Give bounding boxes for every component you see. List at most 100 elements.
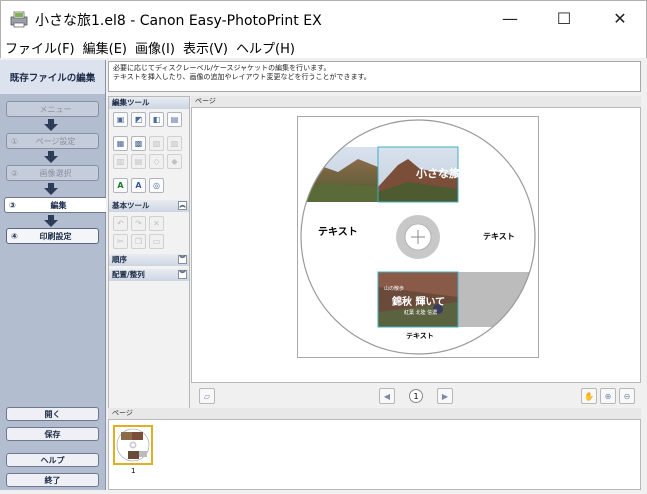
background-tool-icon[interactable]: ▤ — [167, 112, 182, 127]
menu-image[interactable]: 画像(I) — [135, 38, 175, 57]
minimize-button[interactable]: — — [487, 1, 533, 35]
thumbnail-area-label: ページ — [108, 408, 641, 419]
photo-caption-sub: 紅葉 北陸 信濃 — [404, 310, 438, 316]
zoom-out-icon[interactable]: ⊖ — [619, 388, 635, 404]
photo-caption-big: 錦秋 輝いて — [392, 297, 446, 308]
down-arrow-icon — [44, 183, 58, 195]
help-button[interactable]: ヘルプ — [6, 453, 99, 467]
text-tool-icon[interactable]: A — [113, 178, 128, 193]
align-header[interactable]: 配置/整列 ︾ — [109, 269, 189, 281]
layout-tool-icon[interactable]: ◧ — [149, 112, 164, 127]
edit-canvas[interactable]: 小さな旅 山の散歩 錦秋 輝いて 紅葉 北陸 信濃 テキスト テキスト テキスト — [191, 107, 641, 383]
sidebar-header: 既存ファイルの編集 — [0, 60, 105, 94]
menu-bar: ファイル(F) 編集(E) 画像(I) 表示(V) ヘルプ(H) — [0, 36, 647, 58]
edit-tools-header: 編集ツール — [109, 97, 189, 109]
step-page-setup: ① ページ設定 — [6, 133, 99, 149]
vertical-text-tool-icon[interactable]: A — [131, 178, 146, 193]
menu-help[interactable]: ヘルプ(H) — [236, 38, 295, 57]
workflow-sidebar: 既存ファイルの編集 メニュー ① ページ設定 ② 画像選択 ③ 編集 ④ 印刷設… — [0, 60, 106, 490]
edit-tools-label: 編集ツール — [112, 98, 150, 107]
basic-tools-label: 基本ツール — [112, 201, 150, 210]
frame-tool-icon[interactable]: ▩ — [131, 136, 146, 151]
instruction-message: 必要に応じてディスクレーベル/ケースジャケットの編集を行います。 テキストを挿入… — [108, 61, 641, 92]
open-button[interactable]: 開く — [6, 407, 99, 421]
page-navigation-bar: ▱ ◀ 1 ▶ ✋ ⊕ ⊖ — [191, 384, 641, 408]
step-edit[interactable]: ③ 編集 — [4, 197, 106, 213]
rotate-tool-icon: ▥ — [113, 154, 128, 169]
paste-icon: ▭ — [149, 234, 164, 249]
text-left[interactable]: テキスト — [318, 223, 358, 238]
down-arrow-icon — [44, 119, 58, 131]
step-label: メニュー — [39, 104, 72, 114]
cut-icon: ✂ — [113, 234, 128, 249]
step-label: 印刷設定 — [39, 231, 72, 241]
add-image-tool-icon[interactable]: ▣ — [113, 112, 128, 127]
thumbnail-disc-preview — [116, 428, 150, 462]
page-thumbnail[interactable] — [113, 425, 153, 465]
photo-mountain-left[interactable] — [298, 147, 378, 202]
chevron-down-icon: ︾ — [178, 270, 187, 279]
down-arrow-icon — [44, 151, 58, 163]
minimize-icon: — — [502, 8, 518, 28]
zoom-in-icon[interactable]: ⊕ — [600, 388, 616, 404]
tool-panel: 編集ツール ▣ ◩ ◧ ▤ ▦ ▩ ▧ ▨ ▥ ▤ ◇ ◆ A A ◎ 基本ツー… — [108, 96, 190, 409]
window-title: 小さな旅1.el8 - Canon Easy-PhotoPrint EX — [35, 13, 322, 29]
menu-file[interactable]: ファイル(F) — [5, 38, 75, 57]
prev-page-button[interactable]: ◀ — [379, 388, 395, 404]
step-label: 画像選択 — [39, 168, 72, 178]
redo-icon: ↷ — [131, 216, 146, 231]
calendar-tool-icon[interactable]: ▦ — [113, 136, 128, 151]
save-button[interactable]: 保存 — [6, 427, 99, 441]
step-menu: メニュー — [6, 101, 99, 117]
order-header[interactable]: 順序 ︾ — [109, 254, 189, 266]
effect-tool-icon: ◆ — [167, 154, 182, 169]
menu-edit[interactable]: 編集(E) — [83, 38, 127, 57]
delete-icon: ✕ — [149, 216, 164, 231]
chevron-up-icon: ︽ — [178, 201, 187, 210]
step-number: ① — [11, 136, 19, 146]
grey-placeholder-block[interactable] — [458, 272, 538, 327]
step-image-select: ② 画像選択 — [6, 165, 99, 181]
align-label: 配置/整列 — [112, 270, 145, 279]
flip-tool-icon: ▤ — [131, 154, 146, 169]
exit-button[interactable]: 終了 — [6, 473, 99, 487]
text-right[interactable]: テキスト — [483, 231, 515, 242]
step-number: ④ — [11, 231, 18, 241]
thumbnail-area: 1 — [108, 419, 641, 490]
hand-tool-icon[interactable]: ✋ — [581, 388, 597, 404]
text-bottom[interactable]: テキスト — [406, 331, 434, 341]
chevron-down-icon: ︾ — [178, 255, 187, 264]
photo-caption-small: 山の散歩 — [384, 286, 405, 292]
print-preview-icon[interactable]: ▱ — [199, 388, 215, 404]
page-sheet: 小さな旅 山の散歩 錦秋 輝いて 紅葉 北陸 信濃 テキスト テキスト テキスト — [297, 116, 539, 358]
down-arrow-icon — [44, 215, 58, 227]
step-print-settings[interactable]: ④ 印刷設定 — [6, 228, 99, 244]
next-page-button[interactable]: ▶ — [437, 388, 453, 404]
step-label: ページ設定 — [35, 136, 76, 146]
disc-tool-icon[interactable]: ◎ — [149, 178, 164, 193]
page-area-label: ページ — [191, 96, 641, 107]
step-number: ② — [11, 168, 19, 178]
maximize-button[interactable]: ☐ — [541, 1, 587, 35]
maximize-icon: ☐ — [556, 8, 572, 28]
step-label: 編集 — [50, 200, 67, 210]
thumbnail-number: 1 — [131, 467, 136, 475]
menu-view[interactable]: 表示(V) — [183, 38, 228, 57]
step-number: ③ — [9, 200, 16, 210]
close-button[interactable]: ✕ — [597, 1, 643, 35]
title-bar: 小さな旅1.el8 - Canon Easy-PhotoPrint EX — ☐… — [0, 0, 647, 36]
split-tool-icon: ▨ — [167, 136, 182, 151]
order-label: 順序 — [112, 255, 127, 264]
app-printer-icon — [10, 11, 28, 28]
undo-icon: ↶ — [113, 216, 128, 231]
copy-icon: ❐ — [131, 234, 146, 249]
merge-tool-icon: ▧ — [149, 136, 164, 151]
photo-title-text: 小さな旅 — [416, 167, 460, 180]
basic-tools-header[interactable]: 基本ツール ︽ — [109, 200, 189, 212]
replace-image-tool-icon[interactable]: ◩ — [131, 112, 146, 127]
message-line-2: テキストを挿入したり、画像の追加やレイアウト変更などを行うことができます。 — [113, 73, 371, 81]
message-line-1: 必要に応じてディスクレーベル/ケースジャケットの編集を行います。 — [113, 64, 331, 72]
crop-tool-icon: ◇ — [149, 154, 164, 169]
page-number-indicator: 1 — [409, 389, 423, 403]
close-icon: ✕ — [613, 8, 627, 28]
